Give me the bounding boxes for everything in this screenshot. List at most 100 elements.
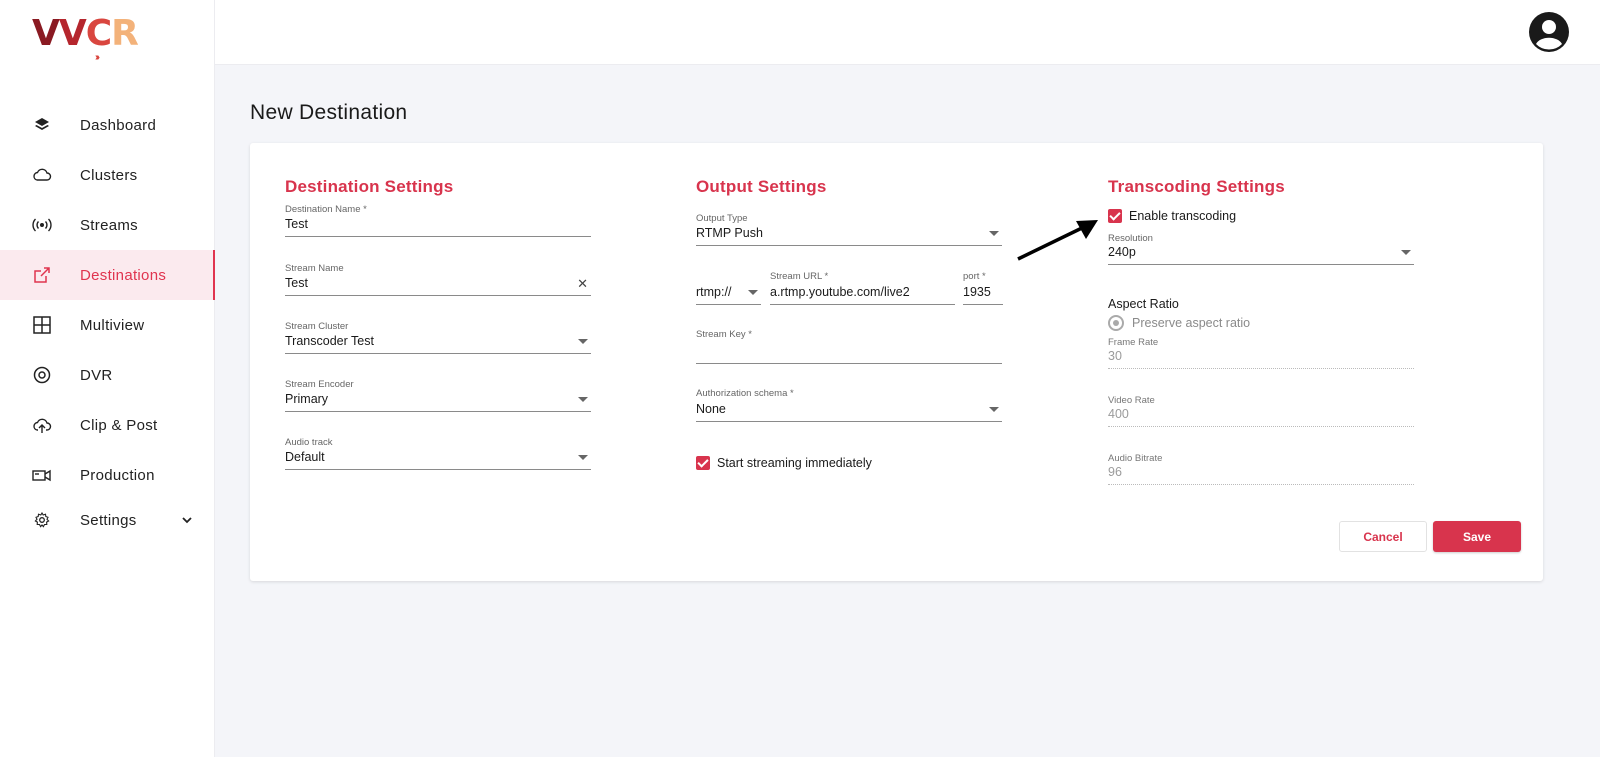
disc-icon xyxy=(32,365,52,385)
stream-encoder-value: Primary xyxy=(285,392,329,406)
sidebar-item-label: Destinations xyxy=(80,266,167,284)
sidebar-item-label: Multiview xyxy=(80,316,145,334)
stream-url-field[interactable]: Stream URL * a.rtmp.youtube.com/live2 xyxy=(770,271,955,305)
stream-encoder-label: Stream Encoder xyxy=(285,379,354,390)
stream-name-label: Stream Name xyxy=(285,263,344,274)
user-avatar-icon[interactable] xyxy=(1528,11,1570,53)
chevron-down-icon[interactable] xyxy=(180,513,194,527)
dropdown-caret-icon xyxy=(578,455,588,460)
enable-transcoding-label: Enable transcoding xyxy=(1129,209,1237,223)
stream-name-value: Test xyxy=(285,276,308,290)
dropdown-caret-icon xyxy=(1401,250,1411,255)
destination-form-card: Destination Settings Destination Name * … xyxy=(250,143,1543,581)
sidebar-item-label: Dashboard xyxy=(80,116,157,134)
grid-icon xyxy=(32,315,52,335)
sidebar-item-label: Streams xyxy=(80,216,138,234)
frame-rate-label: Frame Rate xyxy=(1108,337,1159,348)
port-value: 1935 xyxy=(963,285,991,299)
audio-bitrate-field: Audio Bitrate 96 xyxy=(1108,453,1414,485)
destination-name-field[interactable]: Destination Name * Test xyxy=(285,204,591,237)
authorization-schema-select[interactable]: Authorization schema * None xyxy=(696,388,1002,422)
port-label: port * xyxy=(963,271,986,282)
sidebar-item-production[interactable]: Production xyxy=(0,450,215,500)
save-button[interactable]: Save xyxy=(1433,521,1521,552)
authorization-schema-label: Authorization schema * xyxy=(696,388,794,399)
clear-icon[interactable]: ✕ xyxy=(577,277,588,290)
authorization-schema-value: None xyxy=(696,402,726,416)
destination-name-value: Test xyxy=(285,217,308,231)
stream-key-label: Stream Key * xyxy=(696,329,752,340)
cloud-icon xyxy=(32,165,52,185)
sidebar-item-dashboard[interactable]: Dashboard xyxy=(0,100,215,150)
preserve-aspect-ratio-label: Preserve aspect ratio xyxy=(1132,316,1251,330)
layers-icon xyxy=(32,115,52,135)
aspect-ratio-title: Aspect Ratio xyxy=(1108,297,1179,311)
frame-rate-field: Frame Rate 30 xyxy=(1108,337,1414,369)
resolution-label: Resolution xyxy=(1108,233,1153,244)
sidebar-item-streams[interactable]: Streams xyxy=(0,200,215,250)
output-settings-title: Output Settings xyxy=(696,177,827,196)
port-field[interactable]: port * 1935 xyxy=(963,271,1003,305)
resolution-select[interactable]: Resolution 240p xyxy=(1108,233,1414,265)
dropdown-caret-icon xyxy=(989,407,999,412)
vvcr-logo[interactable]: VVCR ›››››› xyxy=(32,13,142,64)
video-camera-icon xyxy=(32,465,52,485)
sidebar-item-label: Clip & Post xyxy=(80,416,158,434)
stream-url-value: a.rtmp.youtube.com/live2 xyxy=(770,285,910,299)
broadcast-icon xyxy=(32,215,52,235)
dropdown-caret-icon xyxy=(989,231,999,236)
start-streaming-checkbox[interactable] xyxy=(696,456,710,470)
video-rate-field: Video Rate 400 xyxy=(1108,395,1414,427)
stream-name-field[interactable]: Stream Name Test ✕ xyxy=(285,263,591,296)
logo-wordmark: VVCR xyxy=(32,13,139,54)
sidebar-item-label: Settings xyxy=(80,511,137,529)
page-title: New Destination xyxy=(250,101,408,124)
annotation-arrow-icon xyxy=(1017,220,1098,261)
stream-cluster-value: Transcoder Test xyxy=(285,334,374,348)
sidebar-item-label: Clusters xyxy=(80,166,138,184)
output-type-select[interactable]: Output Type RTMP Push xyxy=(696,213,1002,246)
audio-track-label: Audio track xyxy=(285,437,333,448)
destination-settings-title: Destination Settings xyxy=(285,177,454,196)
preserve-aspect-ratio-radio[interactable] xyxy=(1108,315,1124,331)
start-streaming-label: Start streaming immediately xyxy=(717,456,872,470)
frame-rate-value: 30 xyxy=(1108,349,1122,363)
dropdown-caret-icon xyxy=(748,290,758,295)
audio-bitrate-label: Audio Bitrate xyxy=(1108,453,1163,464)
sidebar-item-settings[interactable]: Settings xyxy=(0,500,215,540)
cancel-button[interactable]: Cancel xyxy=(1339,521,1427,552)
audio-track-value: Default xyxy=(285,450,325,464)
audio-track-select[interactable]: Audio track Default xyxy=(285,437,591,470)
sidebar: VVCR ›››››› Dashboard Clusters Streams D… xyxy=(0,0,215,757)
audio-bitrate-value: 96 xyxy=(1108,465,1122,479)
sidebar-item-dvr[interactable]: DVR xyxy=(0,350,215,400)
stream-encoder-select[interactable]: Stream Encoder Primary xyxy=(285,379,591,412)
stream-key-field[interactable]: Stream Key * xyxy=(696,329,1002,364)
sidebar-item-clip-post[interactable]: Clip & Post xyxy=(0,400,215,450)
video-rate-label: Video Rate xyxy=(1108,395,1155,406)
sidebar-item-multiview[interactable]: Multiview xyxy=(0,300,215,350)
dropdown-caret-icon xyxy=(578,397,588,402)
logo-chevrons: ›››››› xyxy=(95,52,100,63)
protocol-select[interactable]: rtmp:// xyxy=(696,271,761,305)
sidebar-item-label: Production xyxy=(80,466,155,484)
stream-url-label: Stream URL * xyxy=(770,271,829,282)
stream-cluster-select[interactable]: Stream Cluster Transcoder Test xyxy=(285,321,591,354)
destination-name-label: Destination Name * xyxy=(285,204,367,215)
video-rate-value: 400 xyxy=(1108,407,1129,421)
sidebar-nav: Dashboard Clusters Streams Destinations … xyxy=(0,100,215,540)
sidebar-item-clusters[interactable]: Clusters xyxy=(0,150,215,200)
protocol-value: rtmp:// xyxy=(696,285,732,299)
top-bar xyxy=(215,0,1600,65)
transcoding-settings-title: Transcoding Settings xyxy=(1108,177,1285,196)
sidebar-item-destinations[interactable]: Destinations xyxy=(0,250,215,300)
stream-cluster-label: Stream Cluster xyxy=(285,321,349,332)
enable-transcoding-checkbox[interactable] xyxy=(1108,209,1122,223)
sidebar-item-label: DVR xyxy=(80,366,113,384)
output-type-value: RTMP Push xyxy=(696,226,763,240)
gear-icon xyxy=(32,510,52,530)
output-type-label: Output Type xyxy=(696,213,748,224)
resolution-value: 240p xyxy=(1108,245,1136,259)
external-link-icon xyxy=(32,265,52,285)
dropdown-caret-icon xyxy=(578,339,588,344)
